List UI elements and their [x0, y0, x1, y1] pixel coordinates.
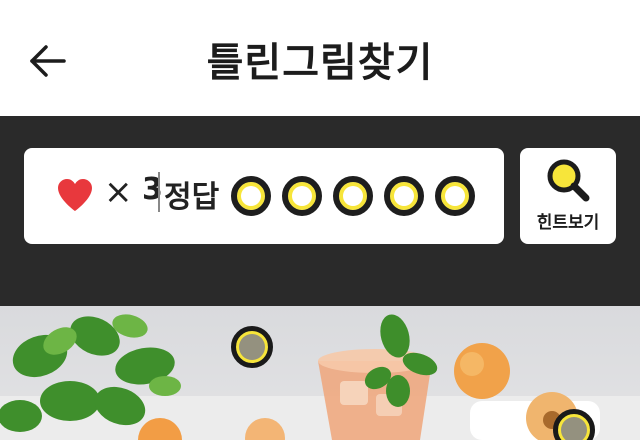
puzzle-photo-art — [0, 314, 640, 440]
page-title: 틀린그림찾기 — [206, 40, 434, 86]
answer-slot — [231, 176, 271, 216]
answer-label: 정답 — [164, 180, 220, 215]
answer-slot — [384, 176, 424, 216]
answer-slot — [333, 176, 373, 216]
answer-slot — [282, 176, 322, 216]
answer-slots — [231, 176, 475, 216]
hint-label: 힌트보기 — [536, 213, 600, 233]
magnifier-icon — [547, 159, 590, 202]
status-card: × 3 정답 — [24, 148, 504, 244]
hint-button[interactable]: 힌트보기 — [520, 148, 616, 244]
game-status-bar: × 3 정답 힌트보기 — [0, 116, 640, 306]
text-cursor — [158, 172, 160, 212]
answer-slot — [435, 176, 475, 216]
times-symbol: × — [104, 172, 133, 212]
puzzle-image[interactable] — [0, 306, 640, 440]
app-header: 틀린그림찾기 — [0, 0, 640, 116]
found-marker[interactable] — [231, 326, 273, 368]
heart-icon — [58, 179, 92, 211]
